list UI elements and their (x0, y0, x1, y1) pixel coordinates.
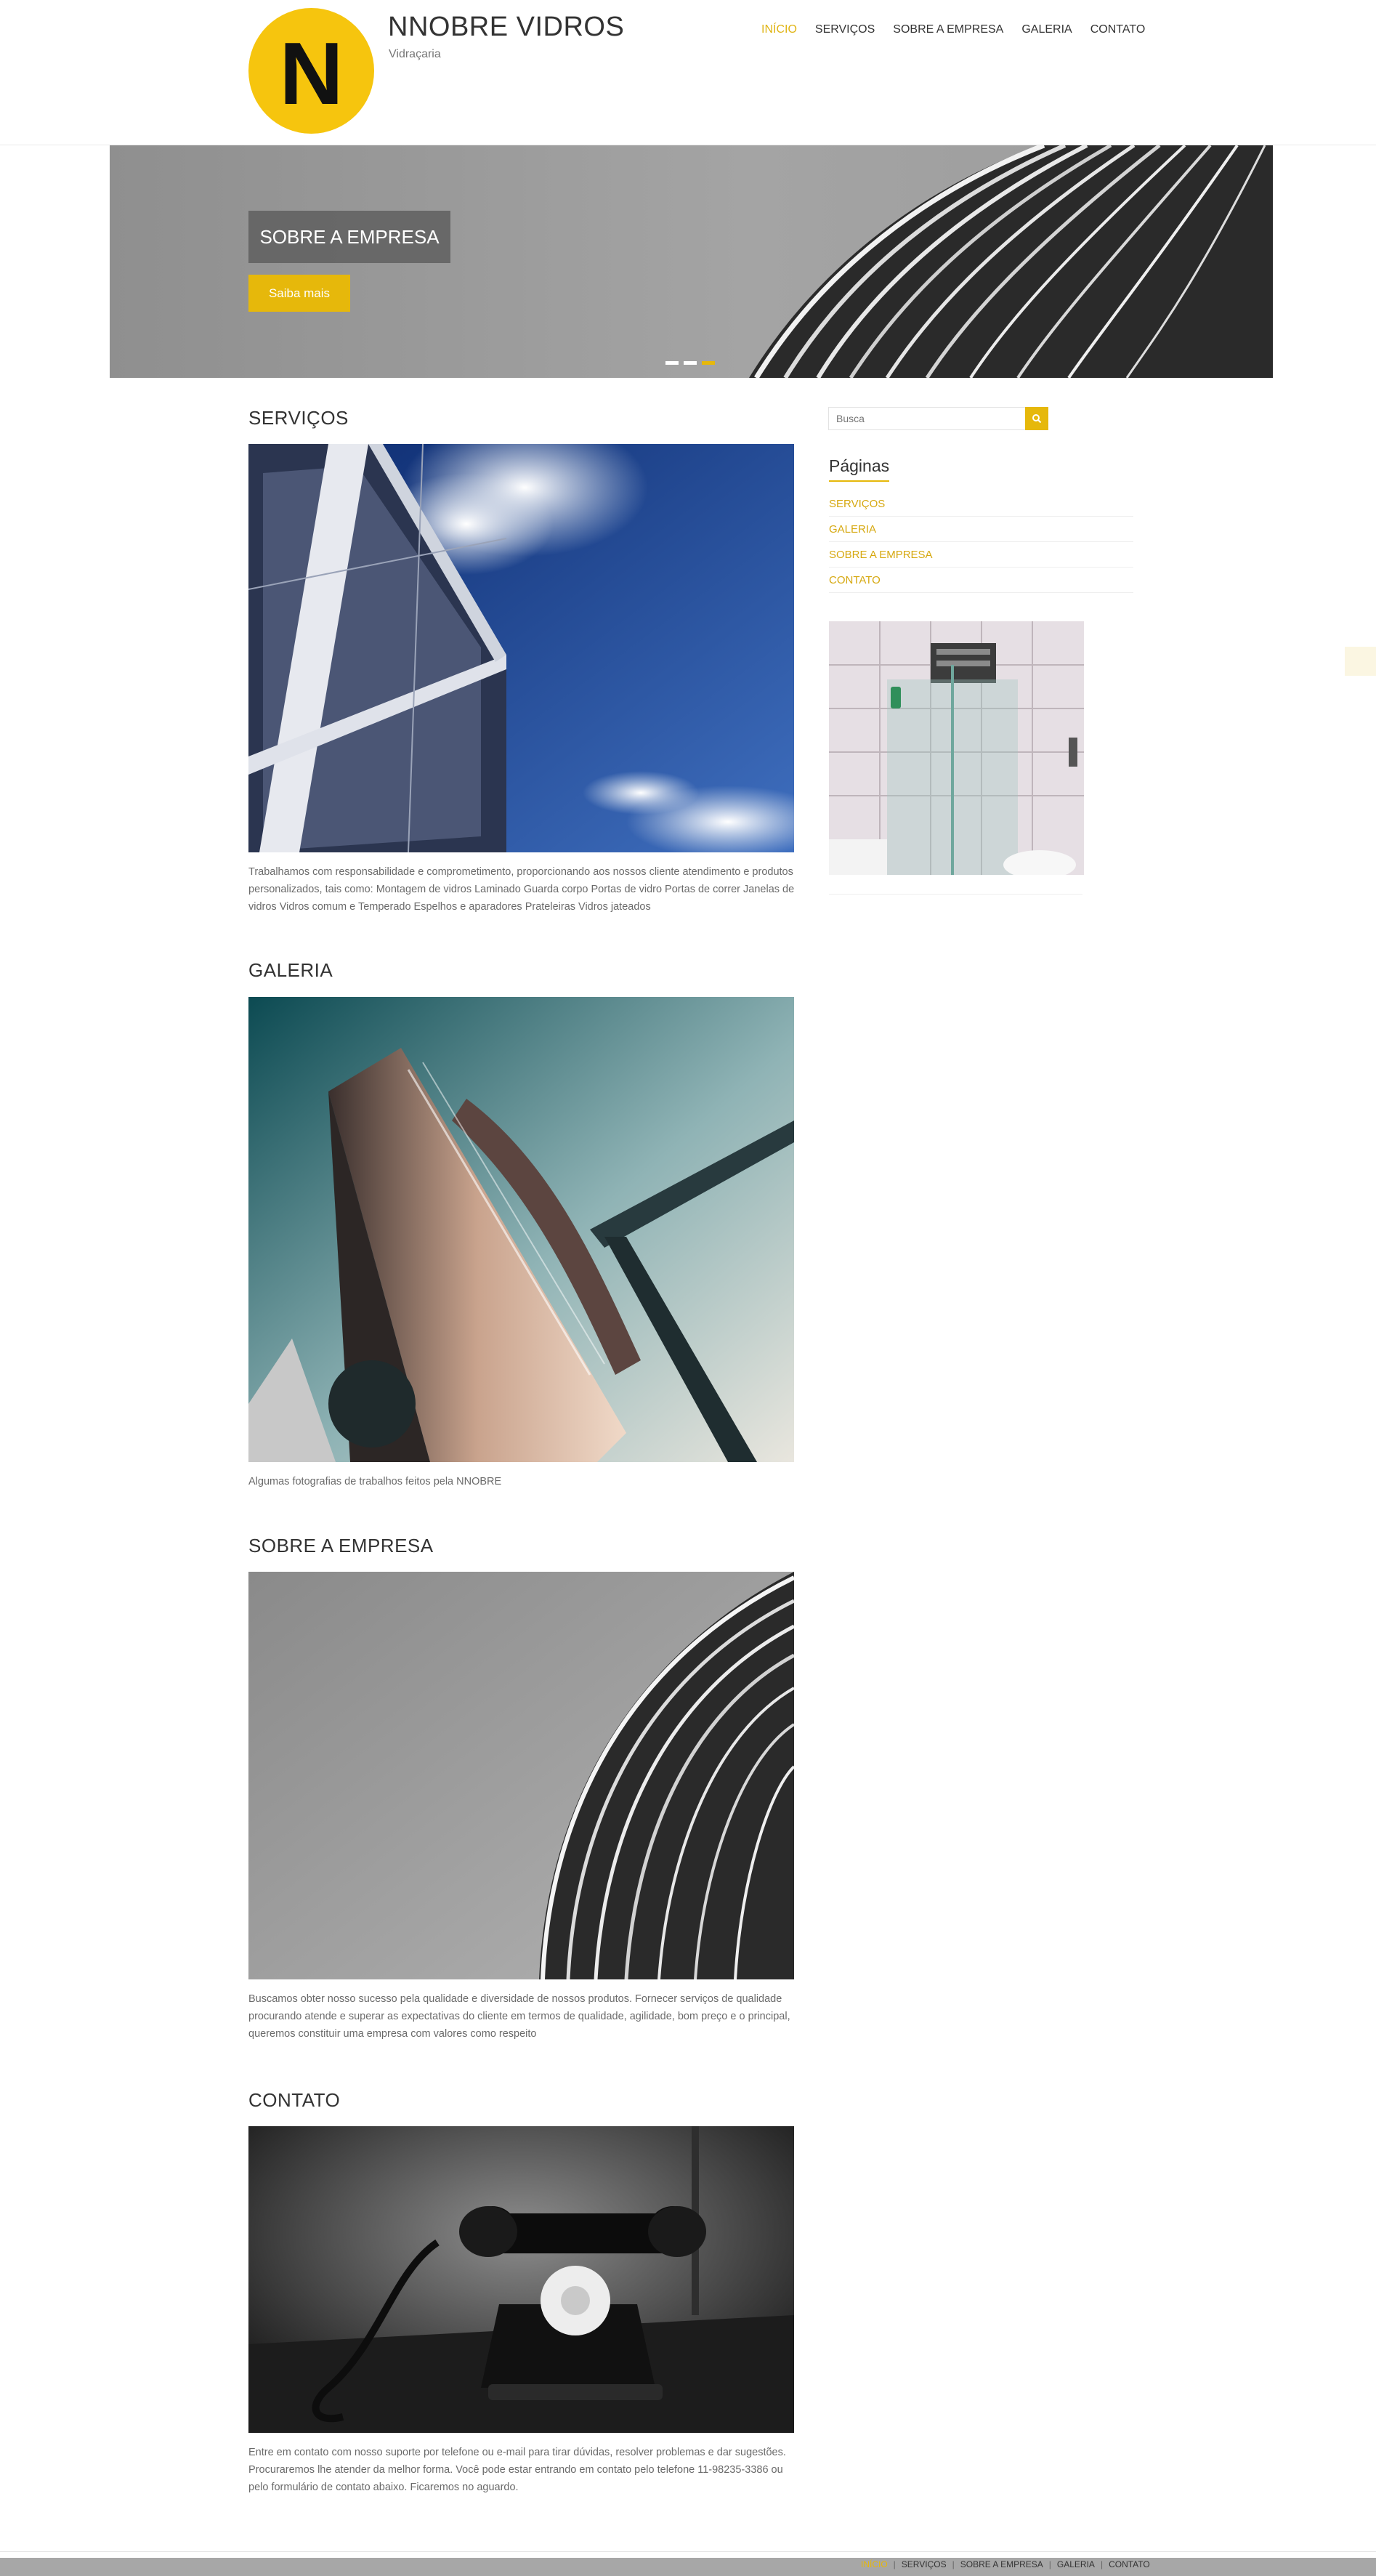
site-logo[interactable]: N (248, 8, 374, 134)
pages-widget-title: Páginas (829, 456, 890, 482)
slider-dot-3[interactable] (702, 361, 715, 365)
post-title[interactable]: SOBRE A EMPRESA (248, 1535, 434, 1557)
nav-item-servicos[interactable]: SERVIÇOS (815, 23, 875, 36)
slider-dot-1[interactable] (665, 361, 679, 365)
post-excerpt: Buscamos obter nosso sucesso pela qualid… (248, 1993, 790, 2040)
side-tab[interactable] (1345, 647, 1376, 676)
nav-item-galeria[interactable]: GALERIA (1021, 23, 1072, 36)
slider-dot-2[interactable] (684, 361, 697, 365)
modern-building-teal-sky-image[interactable] (248, 997, 794, 1462)
search-form (828, 407, 1039, 430)
slider-pagination (665, 361, 720, 365)
pages-widget-list: SERVIÇOS GALERIA SOBRE A EMPRESA CONTATO (829, 491, 1133, 593)
footer-nav-item-galeria[interactable]: GALERIA (1057, 2559, 1095, 2569)
vintage-telephone-image[interactable] (248, 2126, 794, 2433)
slide-title: SOBRE A EMPRESA (248, 211, 450, 263)
list-item: CONTATO (829, 568, 1133, 593)
footer-nav-item-servicos[interactable]: SERVIÇOS (902, 2559, 947, 2569)
list-item: SOBRE A EMPRESA (829, 542, 1133, 568)
post-title[interactable]: CONTATO (248, 2089, 340, 2112)
footer-nav-item-sobre-a-empresa[interactable]: SOBRE A EMPRESA (960, 2559, 1043, 2569)
logo-letter: N (279, 23, 344, 123)
search-button[interactable] (1025, 407, 1048, 430)
nav-item-contato[interactable]: CONTATO (1090, 23, 1146, 36)
search-input[interactable] (829, 408, 1025, 429)
sidebar-item-sobre-a-empresa[interactable]: SOBRE A EMPRESA (829, 549, 933, 561)
post-title[interactable]: SERVIÇOS (248, 407, 349, 429)
glass-shower-enclosure-image[interactable] (829, 621, 1084, 875)
list-item: SERVIÇOS (829, 491, 1133, 517)
list-item: GALERIA (829, 517, 1133, 542)
glass-building-blue-sky-image[interactable] (248, 444, 794, 852)
site-footer (0, 2558, 1376, 2576)
nav-item-inicio[interactable]: INÍCIO (761, 23, 797, 36)
footer-nav-item-inicio[interactable]: INÍCIO (861, 2559, 888, 2569)
site-tagline: Vidraçaria (389, 48, 441, 60)
curved-building-grayscale-image[interactable] (248, 1572, 794, 1979)
footer-nav-item-contato[interactable]: CONTATO (1109, 2559, 1150, 2569)
site-header: N NNOBRE VIDROS Vidraçaria INÍCIO SERVIÇ… (0, 0, 1376, 145)
sidebar-item-contato[interactable]: CONTATO (829, 574, 881, 586)
post-excerpt: Trabalhamos com responsabilidade e compr… (248, 866, 795, 913)
post-excerpt: Entre em contato com nosso suporte por t… (248, 2447, 786, 2493)
main-nav: INÍCIO SERVIÇOS SOBRE A EMPRESA GALERIA … (761, 23, 1163, 36)
site-title[interactable]: NNOBRE VIDROS (388, 12, 624, 43)
nav-item-sobre-a-empresa[interactable]: SOBRE A EMPRESA (893, 23, 1003, 36)
saiba-mais-button[interactable]: Saiba mais (248, 275, 350, 312)
post-title[interactable]: GALERIA (248, 959, 333, 982)
footer-nav: INÍCIO | SERVIÇOS | SOBRE A EMPRESA | GA… (861, 2559, 1150, 2569)
hero-slider[interactable]: SOBRE A EMPRESA Saiba mais (110, 145, 1273, 378)
search-icon (1032, 414, 1042, 424)
sidebar-item-galeria[interactable]: GALERIA (829, 523, 876, 536)
post-excerpt: Algumas fotografias de trabalhos feitos … (248, 1476, 502, 1487)
sidebar-item-servicos[interactable]: SERVIÇOS (829, 498, 885, 510)
